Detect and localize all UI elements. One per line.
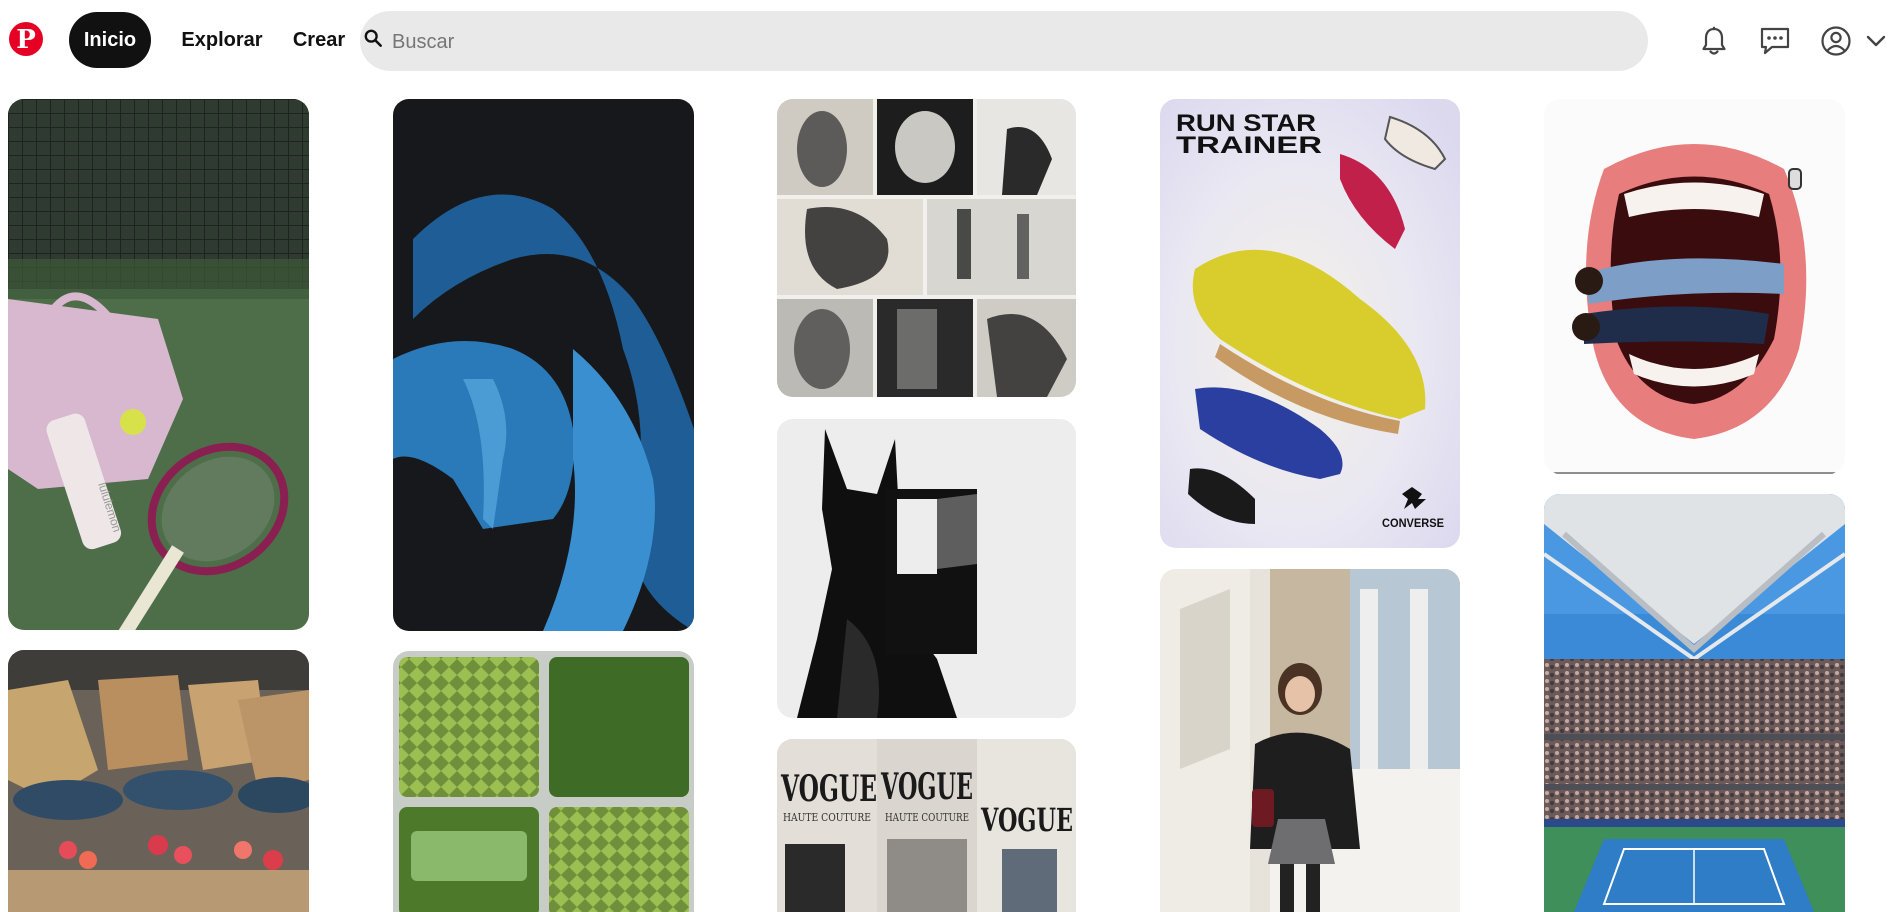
bell-icon bbox=[1702, 26, 1726, 55]
messages-button[interactable] bbox=[1755, 20, 1795, 62]
pin-image: VOGUE VOGUE VOGUE HAUTE COUTURE HAUTE CO… bbox=[777, 739, 1076, 912]
pinterest-logo-icon[interactable]: P bbox=[9, 22, 43, 56]
profile-button[interactable] bbox=[1816, 20, 1856, 62]
pin-image bbox=[393, 99, 694, 631]
pin-image bbox=[8, 650, 309, 912]
account-menu-button[interactable] bbox=[1861, 20, 1891, 62]
profile-icon bbox=[1821, 26, 1851, 56]
logo-letter: P bbox=[16, 25, 36, 55]
top-navigation-bar: P Inicio Explorar Crear bbox=[0, 0, 1891, 82]
magazine-title-2: VOGUE bbox=[880, 766, 973, 808]
magazine-subtitle-1: HAUTE COUTURE bbox=[783, 811, 871, 824]
pin-image bbox=[1544, 494, 1845, 912]
nav-explore-link[interactable]: Explorar bbox=[176, 12, 268, 68]
pin-blue-figure[interactable] bbox=[393, 99, 694, 631]
pin-tulips[interactable] bbox=[8, 650, 309, 912]
pin-image bbox=[1160, 569, 1460, 912]
ad-brand: CONVERSE bbox=[1382, 516, 1444, 530]
nav-create-link[interactable]: Crear bbox=[288, 12, 350, 68]
chevron-down-icon bbox=[1866, 35, 1886, 47]
search-input[interactable] bbox=[390, 11, 1624, 73]
pin-run-star-trainer[interactable]: RUN STAR TRAINER CONVERSE bbox=[1160, 99, 1460, 548]
pin-green-glass-tiles[interactable] bbox=[393, 651, 694, 912]
pin-image bbox=[1544, 99, 1845, 474]
pin-image bbox=[777, 99, 1076, 397]
chat-icon bbox=[1760, 27, 1790, 55]
magazine-title-3: VOGUE bbox=[980, 801, 1073, 839]
pin-street-style[interactable] bbox=[1160, 569, 1460, 912]
pin-image: RUN STAR TRAINER CONVERSE bbox=[1160, 99, 1460, 548]
ad-headline-line2: TRAINER bbox=[1176, 132, 1322, 159]
pin-motion-blur-collage[interactable] bbox=[777, 99, 1076, 397]
magazine-title-1: VOGUE bbox=[780, 768, 877, 810]
magazine-subtitle-2: HAUTE COUTURE bbox=[885, 811, 969, 824]
nav-home-button[interactable]: Inicio bbox=[69, 12, 151, 68]
pin-mouth-collage[interactable] bbox=[1544, 99, 1845, 474]
pin-image bbox=[393, 651, 694, 912]
pin-image: lululemon bbox=[8, 99, 309, 630]
search-icon bbox=[364, 29, 382, 47]
pin-image bbox=[777, 419, 1076, 718]
pin-doberman-graphic[interactable] bbox=[777, 419, 1076, 718]
pin-tennis-bag[interactable]: lululemon bbox=[8, 99, 309, 630]
pin-tennis-stadium[interactable] bbox=[1544, 494, 1845, 912]
notifications-button[interactable] bbox=[1694, 20, 1734, 62]
pin-vogue-magazines[interactable]: VOGUE VOGUE VOGUE HAUTE COUTURE HAUTE CO… bbox=[777, 739, 1076, 912]
